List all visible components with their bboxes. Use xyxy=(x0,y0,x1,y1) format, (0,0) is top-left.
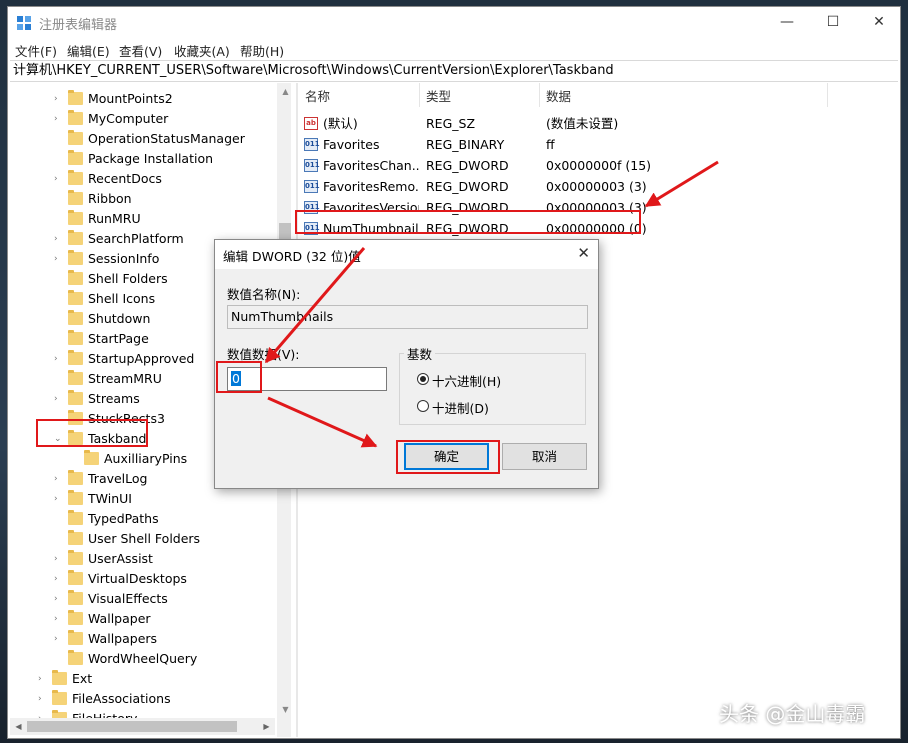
annotation-arrows xyxy=(264,160,719,448)
arrow-to-row xyxy=(644,160,719,208)
arrow-to-input xyxy=(264,247,366,364)
arrow-to-ok xyxy=(267,396,378,448)
watermark: 头条 @金山毒霸 xyxy=(719,702,866,726)
